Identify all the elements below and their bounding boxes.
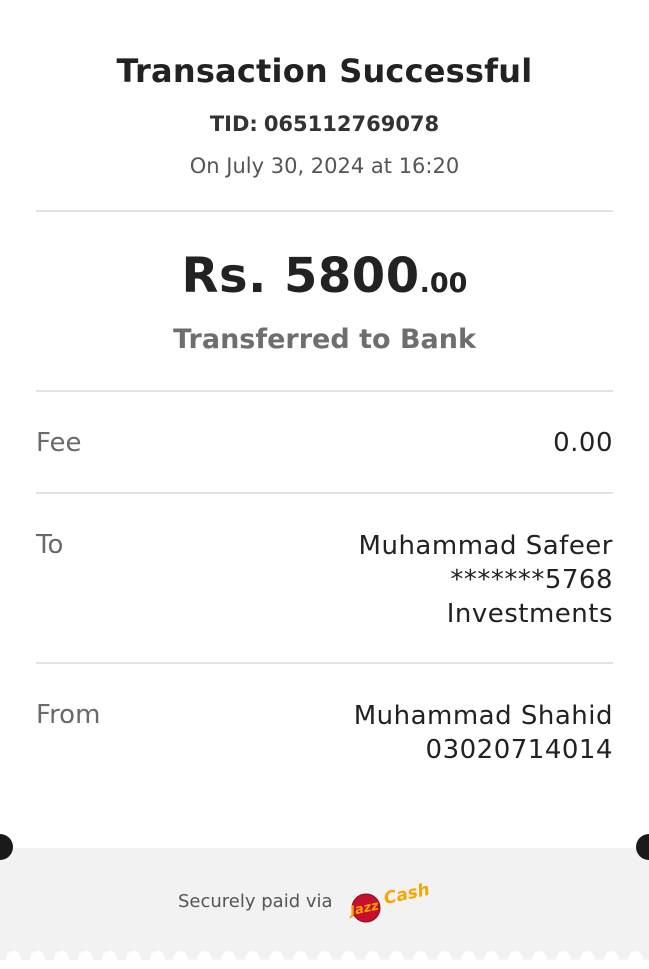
secure-payment-text: Securely paid via (178, 891, 333, 912)
recipient-name: Muhammad Safeer (358, 531, 613, 561)
transaction-amount: Rs. 5800.00 (0, 248, 649, 304)
sender-details: Muhammad Shahid 03020714014 (354, 699, 613, 767)
scalloped-edge (0, 951, 649, 969)
from-label: From (36, 700, 101, 730)
divider (36, 492, 613, 494)
fee-value: 0.00 (553, 426, 613, 460)
jazzcash-logo: Jazz Cash (346, 880, 431, 923)
transaction-datetime: On July 30, 2024 at 16:20 (189, 154, 460, 178)
divider (36, 210, 613, 212)
to-label: To (36, 530, 64, 560)
page-title: Transaction Successful (116, 52, 533, 90)
recipient-details: Muhammad Safeer *******5768 Investments (359, 529, 613, 631)
transaction-receipt: Transaction Successful TID: 065112769078 … (0, 0, 649, 969)
divider (36, 390, 613, 392)
transaction-id: TID: 065112769078 (0, 112, 649, 136)
recipient-bank: Investments (446, 599, 613, 629)
svg-text:Cash: Cash (382, 880, 431, 909)
transfer-type: Transferred to Bank (173, 324, 476, 355)
tid-label: TID: (209, 112, 258, 136)
sender-name: Muhammad Shahid (353, 701, 613, 731)
fee-amount: 0.00 (553, 428, 613, 458)
amount-main: Rs. 5800 (181, 248, 420, 304)
tid-value: 065112769078 (263, 112, 440, 136)
divider (36, 662, 613, 664)
fee-label: Fee (36, 428, 82, 458)
amount-cents: .00 (419, 268, 468, 299)
sender-number: 03020714014 (425, 735, 613, 765)
recipient-account: *******5768 (450, 565, 613, 595)
